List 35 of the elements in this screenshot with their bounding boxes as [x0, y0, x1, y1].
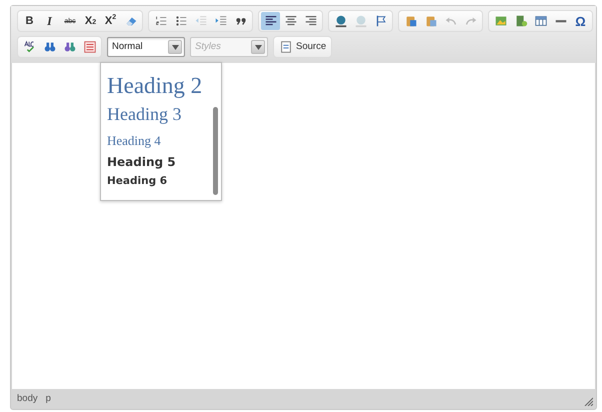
spellcheck-icon — [22, 40, 36, 54]
format-option[interactable]: Heading 5 — [101, 156, 182, 170]
align-right-icon — [304, 14, 318, 28]
dropdown-button[interactable] — [168, 40, 182, 54]
scrollbar-thumb[interactable] — [213, 107, 218, 195]
element-path-link[interactable]: body — [17, 392, 38, 406]
format-option[interactable]: Heading 3 — [101, 105, 188, 126]
document-icon — [279, 40, 293, 54]
numbered-list-icon — [154, 14, 168, 28]
image-icon — [494, 14, 508, 28]
editing-area[interactable]: Heading 2 Heading 3 Heading 4 Heading 5 Heading 6 — [12, 63, 595, 389]
align-center-icon — [284, 14, 298, 28]
outdent-icon — [194, 14, 208, 28]
align-left-icon — [264, 14, 278, 28]
caret-icon — [254, 44, 262, 50]
format-option[interactable]: Heading 2 — [101, 73, 208, 98]
element-path-link[interactable]: p — [46, 392, 51, 406]
select-all-icon — [82, 40, 96, 54]
format-button[interactable]: I — [40, 12, 59, 30]
format-button[interactable]: B — [20, 12, 39, 30]
toolbar-button[interactable] — [261, 12, 280, 30]
format-option[interactable]: Heading 4 — [101, 134, 167, 148]
format-option[interactable]: Heading 6 — [101, 176, 174, 188]
bullet-list-icon — [174, 14, 188, 28]
table-icon — [534, 14, 548, 28]
clipboard-icon — [424, 14, 438, 28]
binoculars-icon — [62, 40, 76, 54]
resize-grip-icon[interactable] — [584, 397, 593, 406]
binoculars-icon — [42, 40, 56, 54]
clipboard-icon — [404, 14, 418, 28]
caret-icon — [172, 44, 178, 50]
format-button[interactable]: X$^{2}$ — [101, 12, 120, 30]
dropdown-field[interactable]: Normal — [107, 37, 185, 57]
indent-icon — [214, 14, 228, 28]
format-button[interactable]: Ω — [571, 12, 590, 30]
